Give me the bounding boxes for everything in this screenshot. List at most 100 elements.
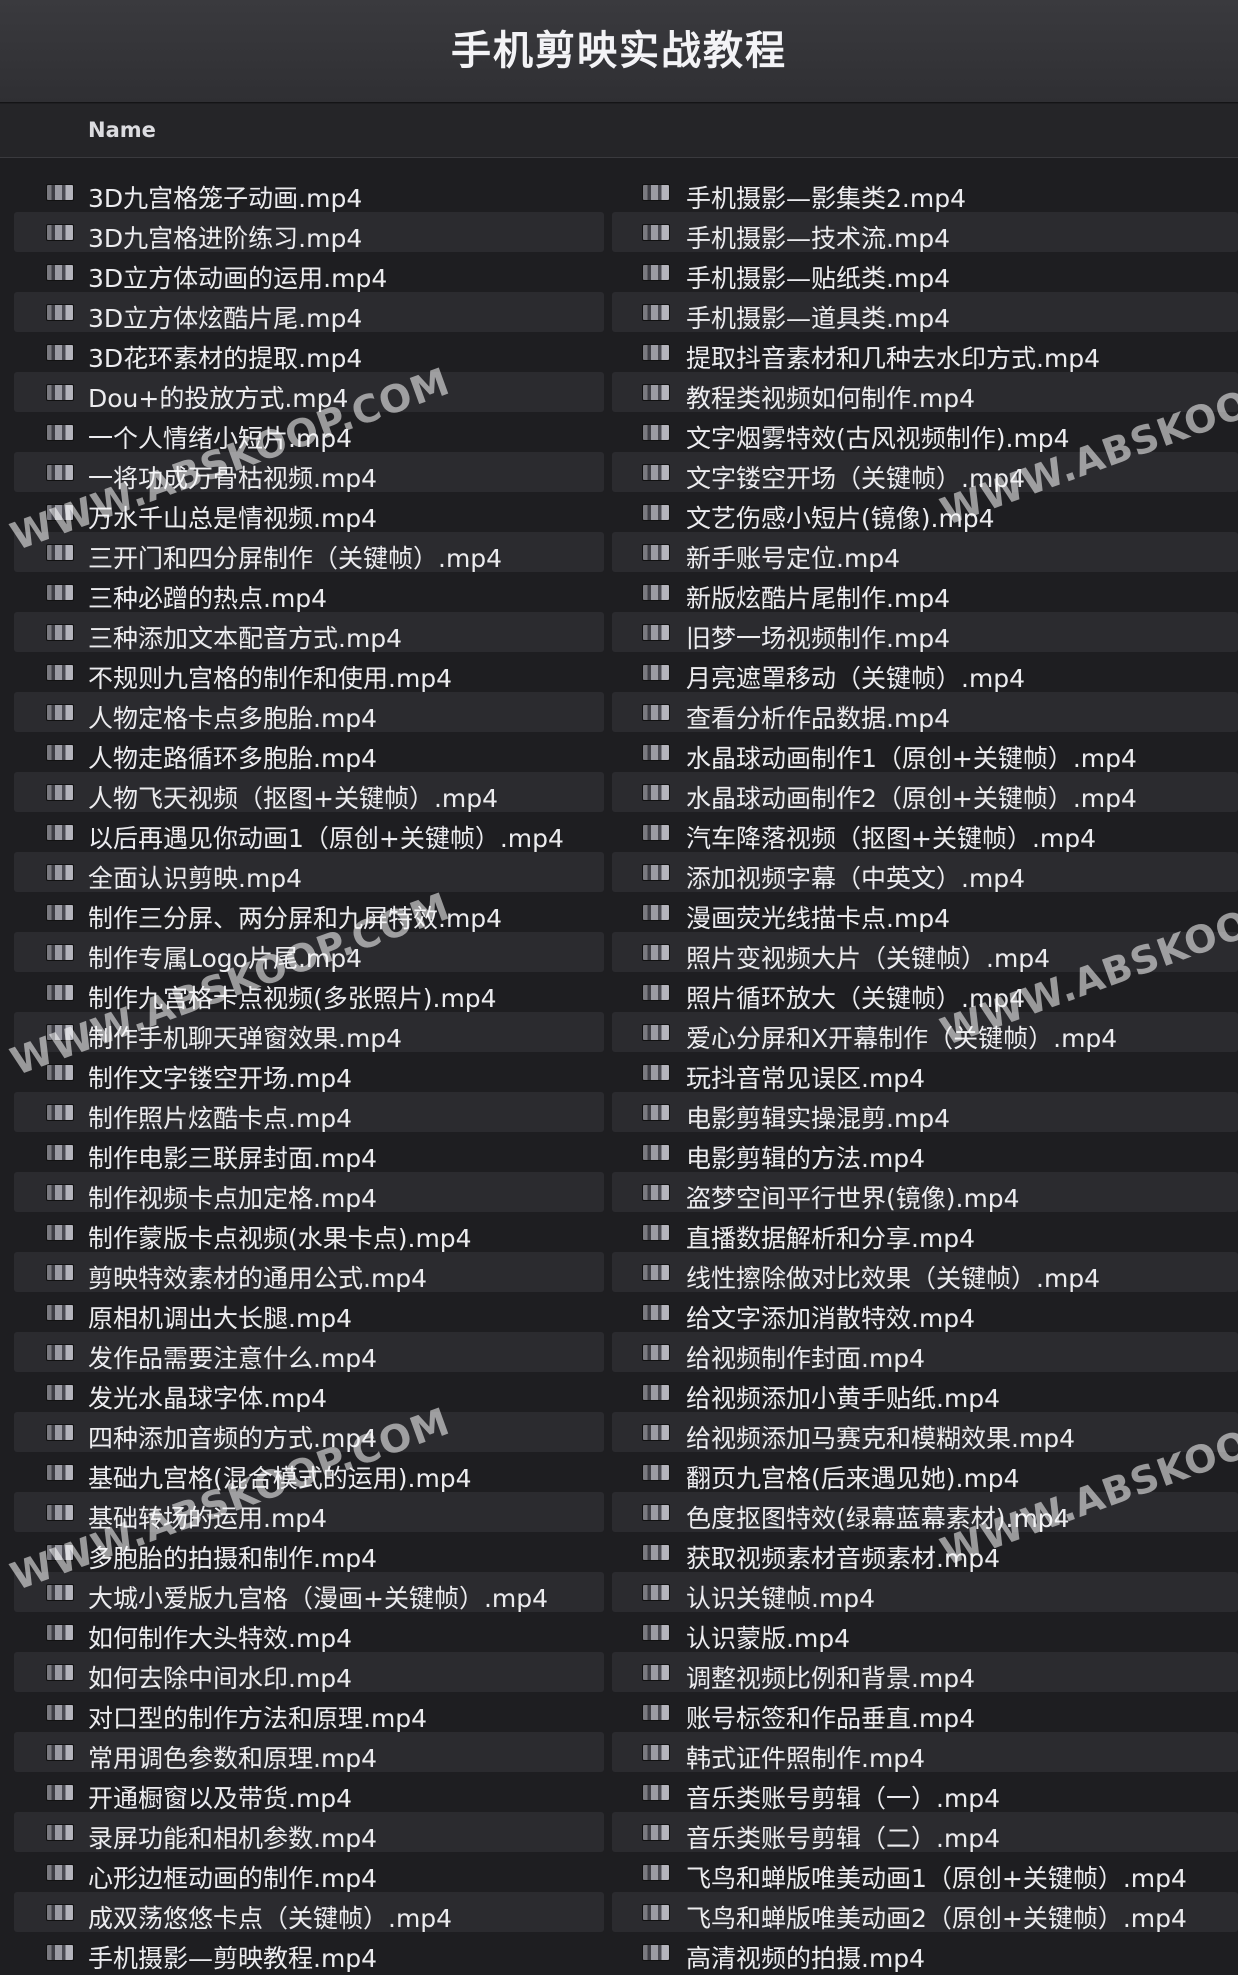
file-row[interactable]: 如何去除中间水印.mp4 bbox=[14, 1652, 604, 1693]
file-row[interactable]: 制作视频卡点加定格.mp4 bbox=[14, 1172, 604, 1213]
file-row[interactable]: 3D花环素材的提取.mp4 bbox=[14, 332, 604, 373]
file-row[interactable]: 人物走路循环多胞胎.mp4 bbox=[14, 732, 604, 773]
file-row[interactable]: 认识蒙版.mp4 bbox=[612, 1612, 1238, 1653]
file-row[interactable]: 新手账号定位.mp4 bbox=[612, 532, 1238, 573]
file-row[interactable]: 制作三分屏、两分屏和九屏特效.mp4 bbox=[14, 892, 604, 933]
file-row[interactable]: 制作蒙版卡点视频(水果卡点).mp4 bbox=[14, 1212, 604, 1253]
file-row[interactable]: 翻页九宫格(后来遇见她).mp4 bbox=[612, 1452, 1238, 1493]
file-row[interactable]: 爱心分屏和X开幕制作（关键帧）.mp4 bbox=[612, 1012, 1238, 1053]
file-row[interactable]: 开通橱窗以及带货.mp4 bbox=[14, 1772, 604, 1813]
file-row[interactable]: 制作照片炫酷卡点.mp4 bbox=[14, 1092, 604, 1133]
file-row[interactable]: 电影剪辑实操混剪.mp4 bbox=[612, 1092, 1238, 1133]
file-row[interactable]: 手机摄影—贴纸类.mp4 bbox=[612, 252, 1238, 293]
file-row[interactable]: 如何制作大头特效.mp4 bbox=[14, 1612, 604, 1653]
file-row[interactable]: 调整视频比例和背景.mp4 bbox=[612, 1652, 1238, 1693]
file-row[interactable]: 韩式证件照制作.mp4 bbox=[612, 1732, 1238, 1773]
file-row[interactable]: 常用调色参数和原理.mp4 bbox=[14, 1732, 604, 1773]
file-row[interactable]: 文艺伤感小短片(镜像).mp4 bbox=[612, 492, 1238, 533]
file-row[interactable]: 3D九宫格笼子动画.mp4 bbox=[14, 172, 604, 213]
file-row[interactable]: Dou+的投放方式.mp4 bbox=[14, 372, 604, 413]
video-file-icon bbox=[46, 1864, 74, 1881]
file-row[interactable]: 人物飞天视频（抠图+关键帧）.mp4 bbox=[14, 772, 604, 813]
file-row[interactable]: 玩抖音常见误区.mp4 bbox=[612, 1052, 1238, 1093]
file-row[interactable]: 制作文字镂空开场.mp4 bbox=[14, 1052, 604, 1093]
file-row[interactable]: 飞鸟和蝉版唯美动画2（原创+关键帧）.mp4 bbox=[612, 1892, 1238, 1933]
file-row[interactable]: 旧梦一场视频制作.mp4 bbox=[612, 612, 1238, 653]
file-row[interactable]: 给视频添加马赛克和模糊效果.mp4 bbox=[612, 1412, 1238, 1453]
file-row[interactable]: 月亮遮罩移动（关键帧）.mp4 bbox=[612, 652, 1238, 693]
file-row[interactable]: 飞鸟和蝉版唯美动画1（原创+关键帧）.mp4 bbox=[612, 1852, 1238, 1893]
file-name: 常用调色参数和原理.mp4 bbox=[88, 1744, 378, 1773]
file-row[interactable]: 制作手机聊天弹窗效果.mp4 bbox=[14, 1012, 604, 1053]
file-row[interactable]: 对口型的制作方法和原理.mp4 bbox=[14, 1692, 604, 1733]
file-row[interactable]: 音乐类账号剪辑（二）.mp4 bbox=[612, 1812, 1238, 1853]
file-row[interactable]: 录屏功能和相机参数.mp4 bbox=[14, 1812, 604, 1853]
file-name: 基础转场的运用.mp4 bbox=[88, 1504, 328, 1533]
file-row[interactable]: 照片变视频大片（关键帧）.mp4 bbox=[612, 932, 1238, 973]
file-row[interactable]: 给视频制作封面.mp4 bbox=[612, 1332, 1238, 1373]
file-row[interactable]: 认识关键帧.mp4 bbox=[612, 1572, 1238, 1613]
video-file-icon bbox=[642, 1624, 670, 1641]
file-row[interactable]: 基础九宫格(混合模式的运用).mp4 bbox=[14, 1452, 604, 1493]
file-row[interactable]: 电影剪辑的方法.mp4 bbox=[612, 1132, 1238, 1173]
file-row[interactable]: 获取视频素材音频素材.mp4 bbox=[612, 1532, 1238, 1573]
file-row[interactable]: 一将功成万骨枯视频.mp4 bbox=[14, 452, 604, 493]
file-row[interactable]: 成双荡悠悠卡点（关键帧）.mp4 bbox=[14, 1892, 604, 1933]
file-row[interactable]: 给文字添加消散特效.mp4 bbox=[612, 1292, 1238, 1333]
file-row[interactable]: 漫画荧光线描卡点.mp4 bbox=[612, 892, 1238, 933]
file-row[interactable]: 一个人情绪小短片.mp4 bbox=[14, 412, 604, 453]
file-row[interactable]: 制作专属Logo片尾.mp4 bbox=[14, 932, 604, 973]
file-row[interactable]: 音乐类账号剪辑（一）.mp4 bbox=[612, 1772, 1238, 1813]
file-row[interactable]: 账号标签和作品垂直.mp4 bbox=[612, 1692, 1238, 1733]
file-row[interactable]: 三开门和四分屏制作（关键帧）.mp4 bbox=[14, 532, 604, 573]
file-row[interactable]: 查看分析作品数据.mp4 bbox=[612, 692, 1238, 733]
file-name: 给视频制作封面.mp4 bbox=[686, 1344, 926, 1373]
video-file-icon bbox=[46, 1784, 74, 1801]
file-row[interactable]: 手机摄影—技术流.mp4 bbox=[612, 212, 1238, 253]
file-row[interactable]: 新版炫酷片尾制作.mp4 bbox=[612, 572, 1238, 613]
file-row[interactable]: 3D立方体动画的运用.mp4 bbox=[14, 252, 604, 293]
file-row[interactable]: 高清视频的拍摄.mp4 bbox=[612, 1932, 1238, 1973]
file-row[interactable]: 以后再遇见你动画1（原创+关键帧）.mp4 bbox=[14, 812, 604, 853]
file-row[interactable]: 手机摄影—影集类2.mp4 bbox=[612, 172, 1238, 213]
file-row[interactable]: 水晶球动画制作1（原创+关键帧）.mp4 bbox=[612, 732, 1238, 773]
file-row[interactable]: 基础转场的运用.mp4 bbox=[14, 1492, 604, 1533]
file-row[interactable]: 3D九宫格进阶练习.mp4 bbox=[14, 212, 604, 253]
file-row[interactable]: 制作九宫格卡点视频(多张照片).mp4 bbox=[14, 972, 604, 1013]
file-row[interactable]: 四种添加音频的方式.mp4 bbox=[14, 1412, 604, 1453]
file-row[interactable]: 给视频添加小黄手贴纸.mp4 bbox=[612, 1372, 1238, 1413]
file-row[interactable]: 人物定格卡点多胞胎.mp4 bbox=[14, 692, 604, 733]
file-row[interactable]: 水晶球动画制作2（原创+关键帧）.mp4 bbox=[612, 772, 1238, 813]
file-row[interactable]: 三种添加文本配音方式.mp4 bbox=[14, 612, 604, 653]
file-row[interactable]: 全面认识剪映.mp4 bbox=[14, 852, 604, 893]
file-row[interactable]: 盗梦空间平行世界(镜像).mp4 bbox=[612, 1172, 1238, 1213]
file-row[interactable]: 多胞胎的拍摄和制作.mp4 bbox=[14, 1532, 604, 1573]
file-row[interactable]: 手机摄影—道具类.mp4 bbox=[612, 292, 1238, 333]
file-row[interactable]: 线性擦除做对比效果（关键帧）.mp4 bbox=[612, 1252, 1238, 1293]
file-row[interactable]: 文字镂空开场（关键帧）.mp4 bbox=[612, 452, 1238, 493]
file-row[interactable]: 原相机调出大长腿.mp4 bbox=[14, 1292, 604, 1333]
file-row[interactable]: 手机摄影—剪映教程.mp4 bbox=[14, 1932, 604, 1973]
file-row[interactable]: 大城小爱版九宫格（漫画+关键帧）.mp4 bbox=[14, 1572, 604, 1613]
name-column-header[interactable]: Name bbox=[88, 118, 156, 142]
file-row[interactable]: 色度抠图特效(绿幕蓝幕素材).mp4 bbox=[612, 1492, 1238, 1533]
file-row[interactable]: 不规则九宫格的制作和使用.mp4 bbox=[14, 652, 604, 693]
file-row[interactable]: 剪映特效素材的通用公式.mp4 bbox=[14, 1252, 604, 1293]
file-row[interactable]: 文字烟雾特效(古风视频制作).mp4 bbox=[612, 412, 1238, 453]
file-row[interactable]: 提取抖音素材和几种去水印方式.mp4 bbox=[612, 332, 1238, 373]
file-row[interactable]: 添加视频字幕（中英文）.mp4 bbox=[612, 852, 1238, 893]
video-file-icon bbox=[46, 584, 74, 601]
file-row[interactable]: 教程类视频如何制作.mp4 bbox=[612, 372, 1238, 413]
file-row[interactable]: 心形边框动画的制作.mp4 bbox=[14, 1852, 604, 1893]
file-row[interactable]: 汽车降落视频（抠图+关键帧）.mp4 bbox=[612, 812, 1238, 853]
file-row[interactable]: 三种必蹭的热点.mp4 bbox=[14, 572, 604, 613]
file-row[interactable]: 发光水晶球字体.mp4 bbox=[14, 1372, 604, 1413]
video-file-icon bbox=[46, 1624, 74, 1641]
file-row[interactable]: 直播数据解析和分享.mp4 bbox=[612, 1212, 1238, 1253]
file-row[interactable]: 照片循环放大（关键帧）.mp4 bbox=[612, 972, 1238, 1013]
file-row[interactable]: 万水千山总是情视频.mp4 bbox=[14, 492, 604, 533]
file-row[interactable]: 3D立方体炫酷片尾.mp4 bbox=[14, 292, 604, 333]
file-name: 开通橱窗以及带货.mp4 bbox=[88, 1784, 353, 1813]
file-row[interactable]: 发作品需要注意什么.mp4 bbox=[14, 1332, 604, 1373]
file-row[interactable]: 制作电影三联屏封面.mp4 bbox=[14, 1132, 604, 1173]
